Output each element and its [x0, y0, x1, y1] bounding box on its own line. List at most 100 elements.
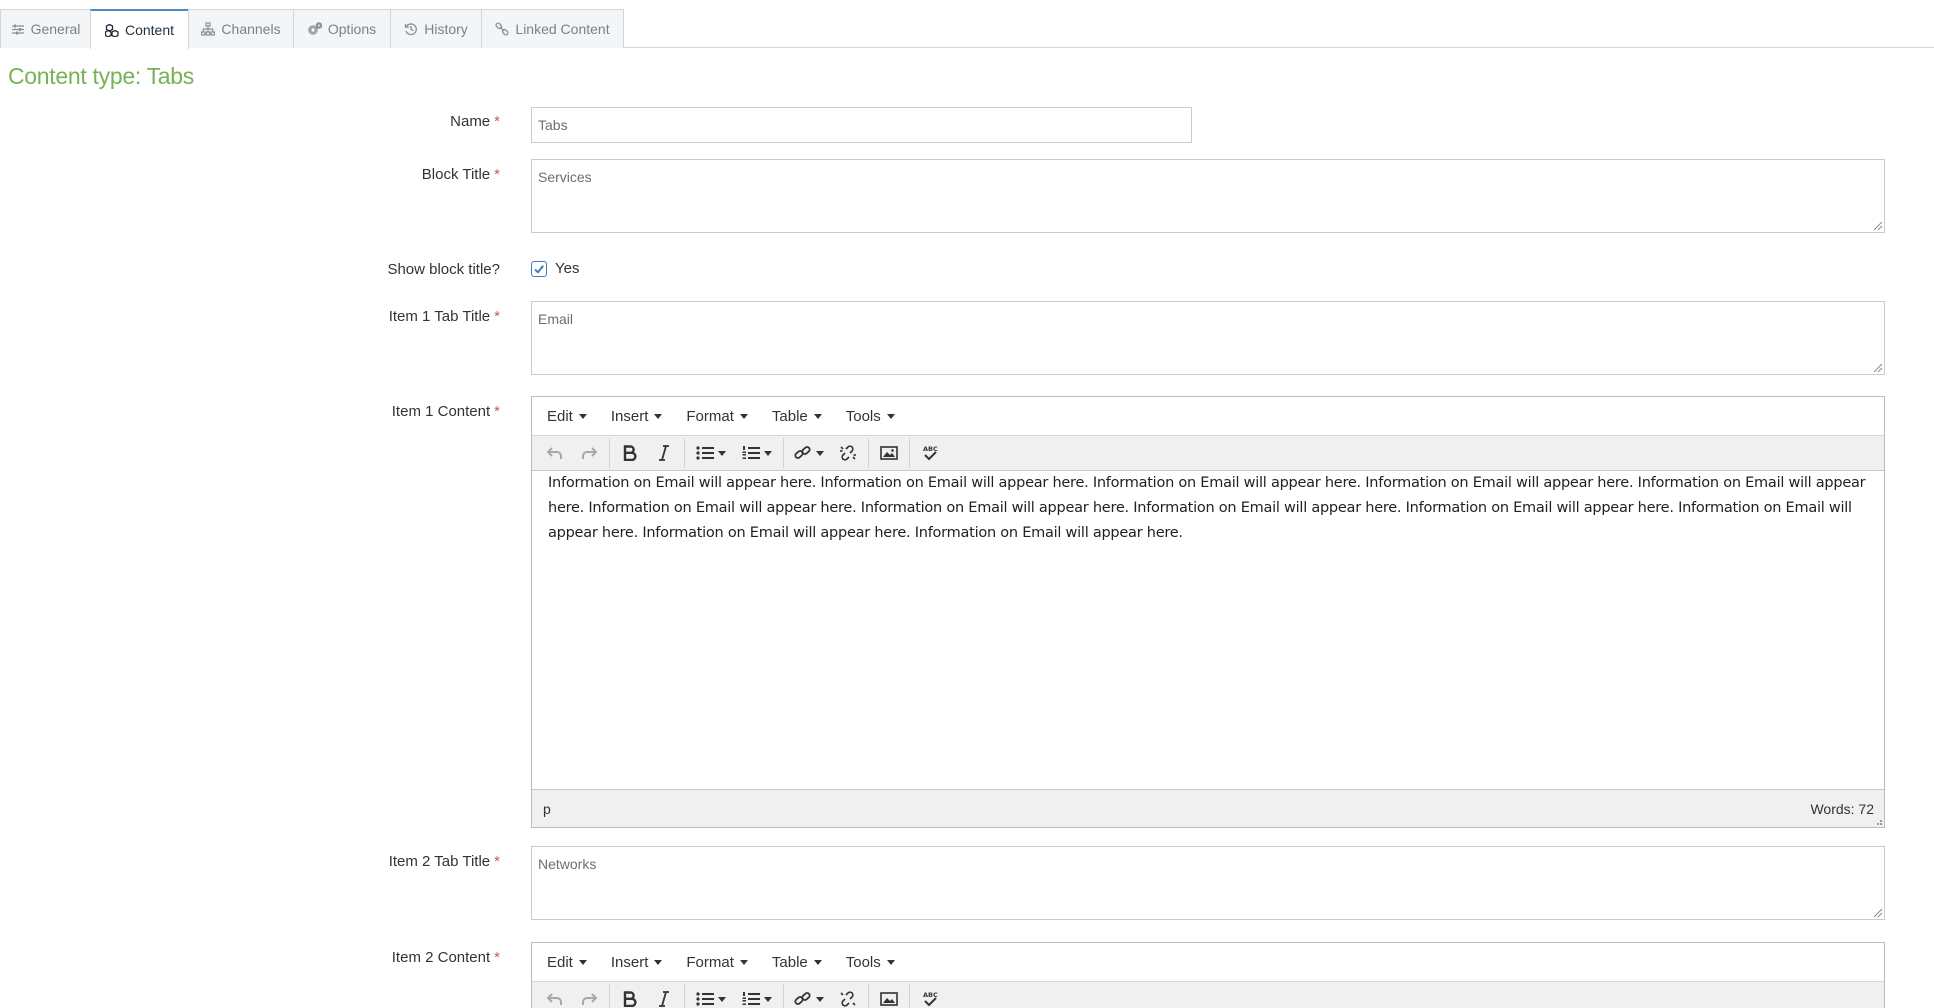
- word-count: Words: 72: [1810, 800, 1874, 817]
- menu-format[interactable]: Format: [686, 408, 748, 425]
- spellcheck-button[interactable]: ABC: [913, 439, 947, 467]
- name-value: Tabs: [538, 117, 568, 133]
- block-title-label-text: Block Title: [421, 166, 491, 183]
- unlink-button[interactable]: [831, 985, 865, 1008]
- bold-button[interactable]: [613, 439, 647, 467]
- menu-table[interactable]: Table: [772, 954, 822, 971]
- italic-button[interactable]: [647, 439, 681, 467]
- unlink-button[interactable]: [831, 439, 865, 467]
- list-group: [685, 984, 784, 1008]
- bullet-list-button[interactable]: [688, 439, 734, 467]
- tab-general[interactable]: General: [0, 9, 91, 48]
- resize-grip-icon[interactable]: [1871, 361, 1883, 373]
- insert-image-button[interactable]: [872, 985, 906, 1008]
- caret-down-icon: [739, 413, 748, 419]
- caret-down-icon: [654, 959, 663, 965]
- menu-format[interactable]: Format: [686, 954, 748, 971]
- bullet-list-icon: [696, 992, 714, 1006]
- name-label-text: Name: [450, 113, 491, 130]
- spellcheck-icon: ABC: [923, 991, 938, 1007]
- resize-grip-icon[interactable]: [1871, 814, 1883, 826]
- element-path[interactable]: p: [543, 801, 551, 817]
- show-block-title-label: Show block title?: [387, 261, 500, 278]
- menu-edit[interactable]: Edit: [547, 954, 587, 971]
- link-icon: [495, 22, 509, 36]
- tab-channels[interactable]: Channels: [188, 9, 294, 48]
- menu-label: Insert: [610, 407, 649, 425]
- editor-toolbar: ABC: [532, 981, 1884, 1008]
- tab-label: Channels: [221, 21, 281, 37]
- tab-label: Options: [327, 21, 377, 37]
- caret-down-icon: [816, 996, 824, 1002]
- cubes-icon: [104, 23, 119, 37]
- item2-tab-title-textarea[interactable]: Networks: [531, 846, 1885, 920]
- tab-options[interactable]: Options: [293, 9, 391, 48]
- menu-insert[interactable]: Insert: [611, 954, 663, 971]
- required-marker: *: [494, 949, 500, 966]
- link-group: [784, 984, 869, 1008]
- item1-content-label-text: Item 1 Content: [391, 403, 491, 420]
- media-group: [869, 984, 910, 1008]
- item1-editor-body[interactable]: Information on Email will appear here. I…: [532, 471, 1884, 789]
- resize-grip-icon[interactable]: [1871, 906, 1883, 918]
- undo-button[interactable]: [538, 439, 572, 467]
- tab-label: Linked Content: [515, 21, 610, 37]
- numbered-list-button[interactable]: [734, 439, 780, 467]
- spellcheck-button[interactable]: ABC: [913, 985, 947, 1008]
- bold-icon: [623, 445, 637, 461]
- tab-linked-content[interactable]: Linked Content: [481, 9, 624, 48]
- insert-image-button[interactable]: [872, 439, 906, 467]
- menu-edit[interactable]: Edit: [547, 408, 587, 425]
- menu-table[interactable]: Table: [772, 408, 822, 425]
- block-title-value: Services: [538, 169, 592, 185]
- caret-down-icon: [816, 450, 824, 456]
- tab-content[interactable]: Content: [90, 9, 189, 49]
- tab-label: General: [30, 21, 81, 37]
- menu-tools[interactable]: Tools: [846, 954, 895, 971]
- menu-tools[interactable]: Tools: [846, 408, 895, 425]
- insert-link-button[interactable]: [787, 985, 831, 1008]
- undo-icon: [547, 447, 562, 459]
- item2-tab-title-label: Item 2 Tab Title *: [389, 853, 500, 870]
- media-group: [869, 438, 910, 468]
- insert-link-button[interactable]: [787, 439, 831, 467]
- show-block-title-field: Yes: [531, 260, 579, 277]
- required-marker: *: [494, 308, 500, 325]
- editor-paragraph: Information on Email will appear here. I…: [548, 475, 1866, 541]
- undo-button[interactable]: [538, 985, 572, 1008]
- name-input[interactable]: Tabs: [531, 107, 1192, 143]
- sliders-icon: [11, 22, 25, 36]
- required-marker: *: [494, 403, 500, 420]
- caret-down-icon: [718, 450, 726, 456]
- cogs-icon: [308, 22, 322, 36]
- menu-label: Table: [771, 953, 808, 971]
- bullet-list-button[interactable]: [688, 985, 734, 1008]
- menu-label: Tools: [845, 407, 881, 425]
- numbered-list-button[interactable]: [734, 985, 780, 1008]
- name-label: Name *: [450, 113, 500, 130]
- block-title-textarea[interactable]: Services: [531, 159, 1885, 233]
- italic-button[interactable]: [647, 985, 681, 1008]
- caret-down-icon: [886, 959, 895, 965]
- tab-history[interactable]: History: [390, 9, 482, 48]
- redo-button[interactable]: [572, 439, 606, 467]
- link-icon: [794, 446, 811, 459]
- caret-down-icon: [886, 413, 895, 419]
- redo-button[interactable]: [572, 985, 606, 1008]
- tab-label: History: [424, 21, 468, 37]
- item1-tab-title-textarea[interactable]: Email: [531, 301, 1885, 375]
- item2-content-label-text: Item 2 Content: [391, 949, 491, 966]
- resize-grip-icon[interactable]: [1871, 219, 1883, 231]
- caret-down-icon: [813, 959, 822, 965]
- menu-insert[interactable]: Insert: [611, 408, 663, 425]
- show-block-title-checkbox[interactable]: [531, 260, 547, 277]
- menu-label: Table: [771, 407, 808, 425]
- item2-tab-title-label-text: Item 2 Tab Title: [388, 853, 491, 870]
- required-marker: *: [494, 113, 500, 130]
- history-group: [535, 984, 610, 1008]
- bullet-list-icon: [696, 446, 714, 460]
- caret-down-icon: [718, 996, 726, 1002]
- bold-button[interactable]: [613, 985, 647, 1008]
- unlink-icon: [840, 445, 856, 461]
- italic-icon: [659, 991, 669, 1007]
